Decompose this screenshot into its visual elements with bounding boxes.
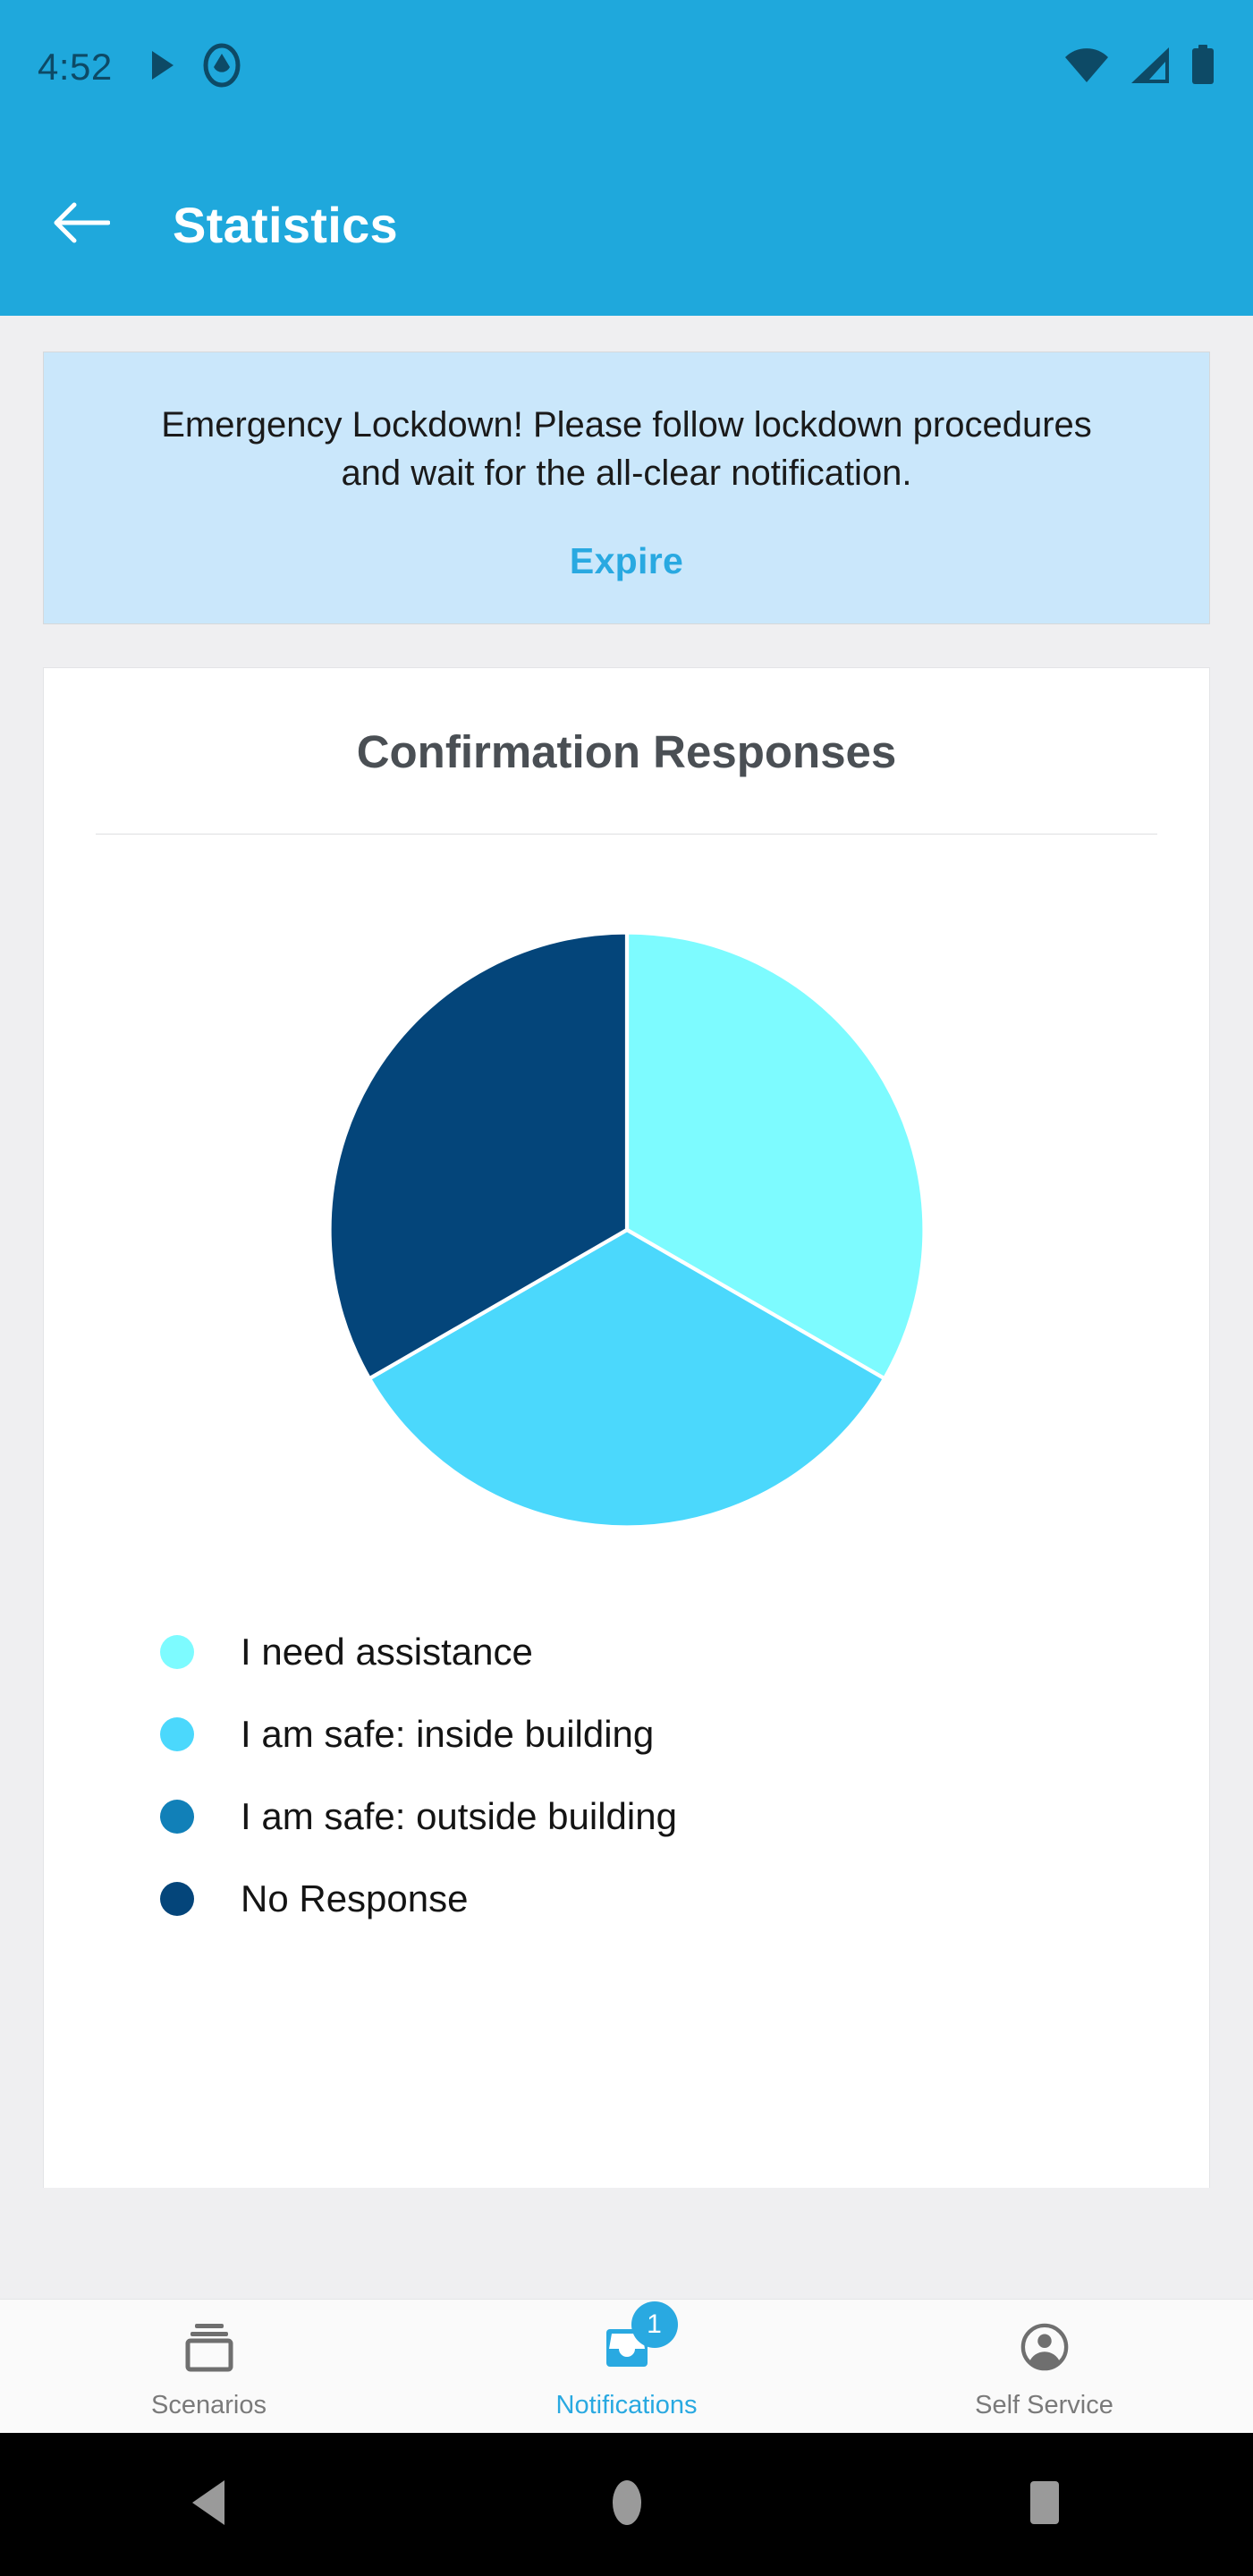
back-triangle-icon xyxy=(187,2479,232,2531)
confirmation-responses-card: Confirmation Responses I need assistance xyxy=(43,667,1210,2188)
legend-item[interactable]: No Response xyxy=(44,1858,1209,1940)
legend-item[interactable]: I am safe: outside building xyxy=(44,1775,1209,1858)
legend-item-label: I need assistance xyxy=(241,1631,533,1673)
nav-icon-holder: 1 xyxy=(601,2301,678,2377)
android-back-button[interactable] xyxy=(156,2451,263,2558)
notifications-badge: 1 xyxy=(631,2301,678,2348)
legend-color-dot xyxy=(160,1717,194,1751)
nav-tab-label: Scenarios xyxy=(151,2391,267,2419)
nav-tab-label: Notifications xyxy=(555,2391,698,2419)
bottom-navigation: Scenarios 1 Notifications Self Service xyxy=(0,2299,1253,2433)
status-time: 4:52 xyxy=(38,46,113,88)
alert-message: Emergency Lockdown! Please follow lockdo… xyxy=(161,405,1092,493)
do-not-disturb-icon xyxy=(202,43,241,92)
legend-item-label: I am safe: inside building xyxy=(241,1713,655,1755)
android-home-button[interactable] xyxy=(573,2451,681,2558)
legend-color-dot xyxy=(160,1882,194,1916)
pie-chart-svg xyxy=(326,930,927,1530)
pie-chart xyxy=(44,835,1209,1600)
account-circle-icon xyxy=(1019,2322,1071,2377)
nav-tab-label: Self Service xyxy=(975,2391,1113,2419)
chart-legend: I need assistance I am safe: inside buil… xyxy=(44,1600,1209,1976)
legend-item[interactable]: I need assistance xyxy=(44,1611,1209,1693)
scroll-content[interactable]: Emergency Lockdown! Please follow lockdo… xyxy=(0,316,1253,2299)
legend-color-dot xyxy=(160,1800,194,1834)
status-left-icons xyxy=(150,43,241,92)
app-bar: Statistics xyxy=(0,134,1253,316)
legend-item-label: I am safe: outside building xyxy=(241,1795,677,1837)
cellular-signal-icon xyxy=(1130,47,1171,89)
status-bar: 4:52 xyxy=(0,0,1253,134)
back-button[interactable] xyxy=(40,184,123,267)
chart-title: Confirmation Responses xyxy=(356,726,897,777)
nav-icon-holder xyxy=(183,2321,235,2377)
nav-tab-scenarios[interactable]: Scenarios xyxy=(0,2300,418,2433)
status-right-icons xyxy=(1063,44,1215,90)
wifi-icon xyxy=(1063,47,1110,89)
expire-button[interactable]: Expire xyxy=(570,540,683,582)
phone-screen: 4:52 Statistics Emergency Lockdown! Plea… xyxy=(0,0,1253,2576)
nav-icon-holder xyxy=(1019,2321,1071,2377)
scenarios-stack-icon xyxy=(183,2322,235,2377)
home-circle-icon xyxy=(605,2479,649,2531)
android-recents-button[interactable] xyxy=(991,2451,1098,2558)
recents-square-icon xyxy=(1022,2479,1067,2531)
page-title: Statistics xyxy=(173,197,398,253)
battery-icon xyxy=(1190,44,1215,90)
back-arrow-icon xyxy=(53,199,111,250)
emergency-alert-banner: Emergency Lockdown! Please follow lockdo… xyxy=(43,352,1210,624)
legend-item[interactable]: I am safe: inside building xyxy=(44,1693,1209,1775)
nav-tab-self-service[interactable]: Self Service xyxy=(835,2300,1253,2433)
android-system-nav xyxy=(0,2433,1253,2576)
nav-tab-notifications[interactable]: 1 Notifications xyxy=(418,2300,835,2433)
legend-item-label: No Response xyxy=(241,1877,469,1919)
legend-color-dot xyxy=(160,1635,194,1669)
play-icon xyxy=(150,50,175,85)
